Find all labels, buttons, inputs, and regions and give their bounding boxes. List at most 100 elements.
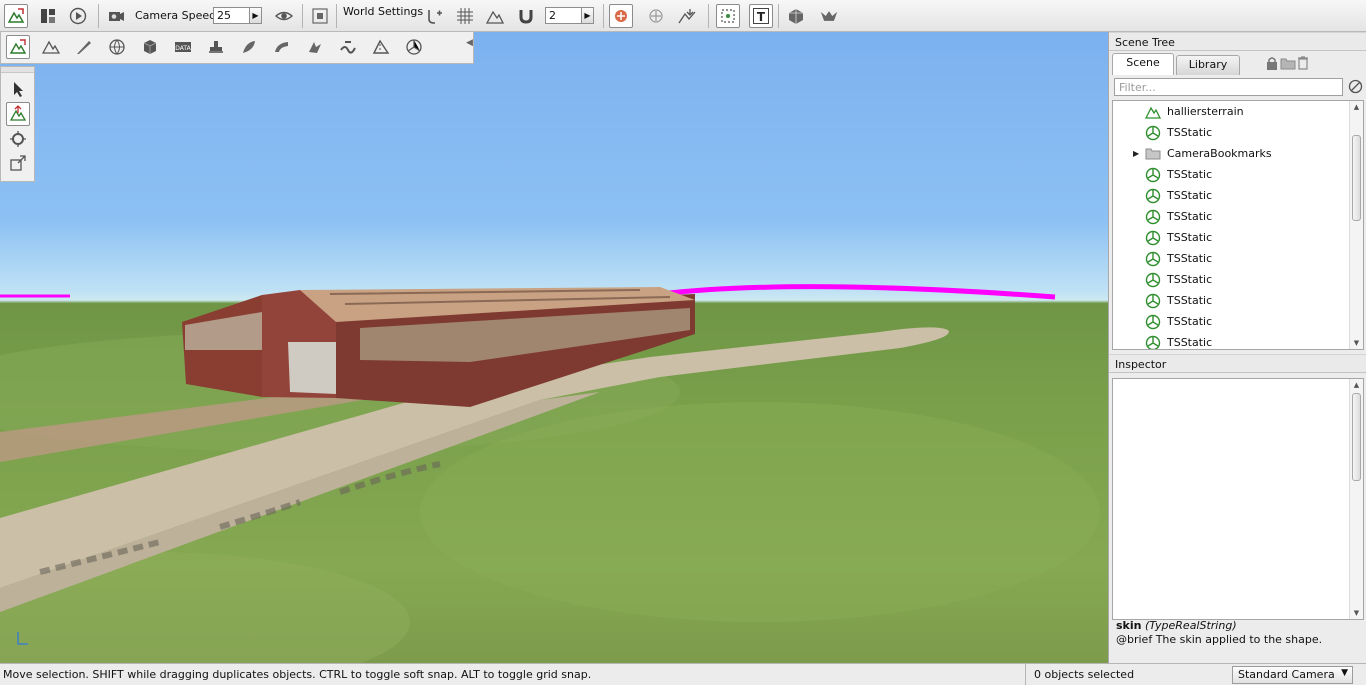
lock-icon[interactable] [1266,56,1278,73]
new-folder-icon[interactable] [1280,57,1296,73]
fit-view-icon[interactable] [308,4,332,28]
tsstatic-icon [1144,124,1162,142]
datablock-editor-icon[interactable]: DATA [171,35,195,59]
terrain-painter-icon[interactable] [72,35,96,59]
tree-item[interactable]: TSStatic [1113,122,1351,143]
particle-library-icon[interactable] [815,4,843,28]
scroll-up-icon[interactable]: ▲ [1350,379,1363,391]
inspector-fields[interactable]: ▲ ▼ [1112,378,1364,620]
delete-object-icon[interactable] [1298,56,1308,73]
world-editor-icon[interactable] [4,4,28,28]
tsstatic-icon [1144,187,1162,205]
scroll-thumb[interactable] [1352,135,1361,221]
toolbar-separator [708,4,709,28]
snap-size-input[interactable]: 2 [545,7,582,24]
river-editor-icon[interactable] [336,35,360,59]
visibility-eye-icon[interactable] [272,4,296,28]
scroll-down-icon[interactable]: ▼ [1350,607,1363,619]
snap-size-stepper[interactable]: ▶ [582,7,594,24]
tab-library[interactable]: Library [1176,55,1240,75]
tsstatic-icon [1144,166,1162,184]
camera-icon[interactable] [104,4,128,28]
tree-item-label: TSStatic [1167,231,1213,244]
tree-item-label: TSStatic [1167,336,1213,349]
scroll-thumb[interactable] [1352,393,1361,481]
chevron-down-icon: ▼ [1341,668,1348,678]
toolbar-separator [336,4,337,28]
tsstatic-icon [1144,334,1162,349]
camera-speed-input[interactable]: 25 [213,7,250,24]
play-game-icon[interactable] [66,4,90,28]
snap-to-object-icon[interactable] [423,4,447,28]
tree-item[interactable]: TSStatic [1113,269,1351,290]
tree-item-label: TSStatic [1167,294,1213,307]
main-toolbar: Camera Speed 25 ▶ World Settings 2 ▶ T [0,0,1366,32]
inspector-scrollbar[interactable]: ▲ ▼ [1349,379,1363,619]
center-pivot-icon[interactable] [644,4,668,28]
tree-item[interactable]: TSStatic [1113,290,1351,311]
tsstatic-icon [1144,313,1162,331]
inspector-panel: Inspector ▲ ▼ skin (TypeRealString) @bri… [1108,354,1366,663]
expand-arrow-icon[interactable]: ▶ [1133,149,1143,158]
mesh-road-editor-icon[interactable] [270,35,294,59]
shape-library-icon[interactable] [784,4,808,28]
palette-grip[interactable] [1,67,34,73]
move-tool-icon[interactable] [6,102,30,126]
collapse-handle-icon[interactable]: ◀ [466,38,473,56]
tree-item[interactable]: TSStatic [1113,332,1351,349]
field-name: skin [1116,619,1142,632]
terrain-snap-icon[interactable] [483,4,507,28]
scroll-down-icon[interactable]: ▼ [1350,337,1363,349]
grid-snap-icon[interactable] [453,4,477,28]
3d-viewport[interactable]: DATA ◀ [0,32,1108,663]
tree-item-label: TSStatic [1167,189,1213,202]
folder-icon [1144,145,1162,163]
field-documentation: skin (TypeRealString) @brief The skin ap… [1116,619,1362,647]
grass-patch [420,402,1100,622]
status-bar: Move selection. SHIFT while dragging dup… [0,663,1366,685]
scene-render[interactable] [0,32,1108,663]
clear-filter-icon[interactable] [1348,79,1363,97]
tree-item[interactable]: halliersterrain [1113,101,1351,122]
road-editor-icon[interactable] [369,35,393,59]
decal-editor-icon[interactable] [204,35,228,59]
select-arrow-icon[interactable] [6,77,30,101]
rotate-tool-icon[interactable] [6,127,30,151]
tree-item[interactable]: TSStatic [1113,164,1351,185]
world-settings-label[interactable]: World Settings [343,5,423,18]
particle-editor-icon[interactable] [402,35,426,59]
tree-item-label: TSStatic [1167,168,1213,181]
tree-item[interactable]: TSStatic [1113,206,1351,227]
layout-panels-icon[interactable] [36,4,60,28]
magnet-snap-icon[interactable] [514,4,538,28]
object-editor-icon[interactable] [6,35,30,59]
tree-item[interactable]: TSStatic [1113,311,1351,332]
terrain-editor-icon[interactable] [39,35,63,59]
inspector-title: Inspector [1109,354,1366,373]
scale-tool-icon[interactable] [6,151,30,175]
tree-item[interactable]: ▶ CameraBookmarks [1113,143,1351,164]
scroll-up-icon[interactable]: ▲ [1350,101,1363,113]
bounds-select-icon[interactable] [716,4,740,28]
forest-editor-icon[interactable] [237,35,261,59]
barn-door [288,342,336,394]
navmesh-editor-icon[interactable] [303,35,327,59]
camera-mode-select[interactable]: Standard Camera ▼ [1232,666,1353,684]
object-select-icon[interactable] [609,4,633,28]
tree-scrollbar[interactable]: ▲ ▼ [1349,101,1363,349]
text-labels-icon[interactable]: T [749,4,773,28]
tree-item[interactable]: TSStatic [1113,248,1351,269]
filter-input[interactable] [1114,78,1343,96]
tree-item[interactable]: TSStatic [1113,227,1351,248]
tree-item-label: TSStatic [1167,126,1213,139]
tree-item-label: TSStatic [1167,315,1213,328]
tab-scene[interactable]: Scene [1112,53,1174,75]
tree-item-label: CameraBookmarks [1167,147,1272,160]
camera-speed-stepper[interactable]: ▶ [250,7,262,24]
toolbar-separator [603,4,604,28]
material-editor-icon[interactable] [105,35,129,59]
tree-item[interactable]: TSStatic [1113,185,1351,206]
text-tool-glyph: T [757,10,766,24]
sketch-tool-icon[interactable] [138,35,162,59]
drop-to-terrain-icon[interactable] [675,4,699,28]
